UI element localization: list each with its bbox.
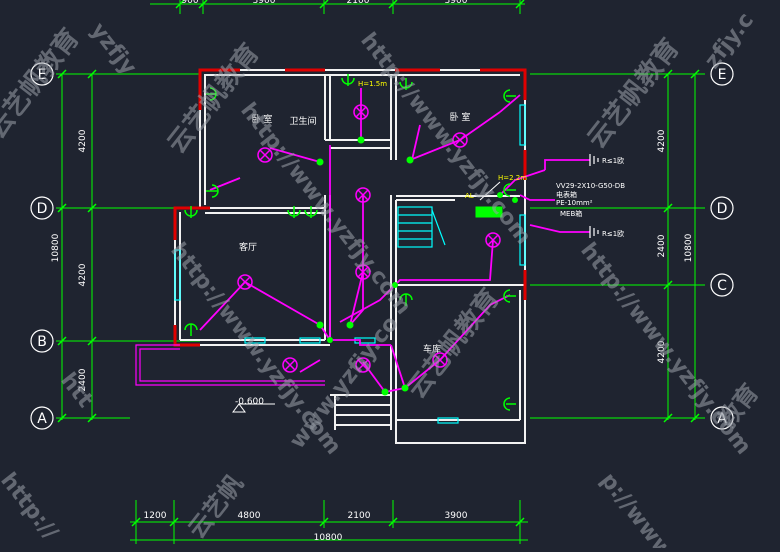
dim-top-3: 2100 — [347, 0, 370, 6]
cable-spec-label: VV29-2X10-G50-DB — [556, 182, 625, 190]
dim-left-total: 10800 — [51, 233, 61, 262]
meter-box-label-2: PE-10mm² — [556, 199, 593, 207]
dim-left-2: 4200 — [78, 263, 88, 286]
room-label-bedroom-right: 卧 室 — [450, 111, 471, 123]
dim-bottom-total: 10800 — [314, 533, 343, 543]
dim-left-1: 4200 — [78, 129, 88, 152]
dim-right-1: 4200 — [657, 129, 667, 152]
room-label-living: 客厅 — [239, 241, 257, 253]
level-label: -0.600 — [235, 397, 264, 407]
axis-label-left-a: A — [37, 411, 47, 427]
dim-top-4: 3900 — [445, 0, 468, 6]
axis-label-right-c: C — [717, 278, 727, 294]
dim-bottom-4: 3900 — [445, 511, 468, 521]
dim-bottom-2: 4800 — [238, 511, 261, 521]
dim-right-2: 2400 — [657, 234, 667, 257]
dim-right-total: 10800 — [684, 233, 694, 262]
dim-bottom-3: 2100 — [348, 511, 371, 521]
meter-box-label-3: MEB箱 — [560, 209, 582, 218]
cad-viewport[interactable]: 900 3900 2100 3900 1200 4800 2100 3900 1… — [0, 0, 780, 552]
height-mark-label: H=1.5m — [358, 80, 387, 88]
axis-label-left-b: B — [37, 334, 47, 350]
room-label-bathroom: 卫生间 — [289, 115, 316, 127]
axis-label-left-d: D — [37, 201, 48, 217]
floor-plan-drawing: 900 3900 2100 3900 1200 4800 2100 3900 1… — [0, 0, 780, 552]
dim-top-2: 3900 — [253, 0, 276, 6]
axis-label-right-d: D — [717, 201, 728, 217]
meter-box-label-1: 电表箱 — [556, 190, 577, 199]
panel-height-label: H=2.2m — [498, 174, 527, 182]
ground-label-2: R≤1欧 — [602, 229, 624, 238]
ground-label-1: R≤1欧 — [602, 156, 624, 165]
dim-top-1: 900 — [181, 0, 198, 6]
dim-bottom-1: 1200 — [144, 511, 167, 521]
